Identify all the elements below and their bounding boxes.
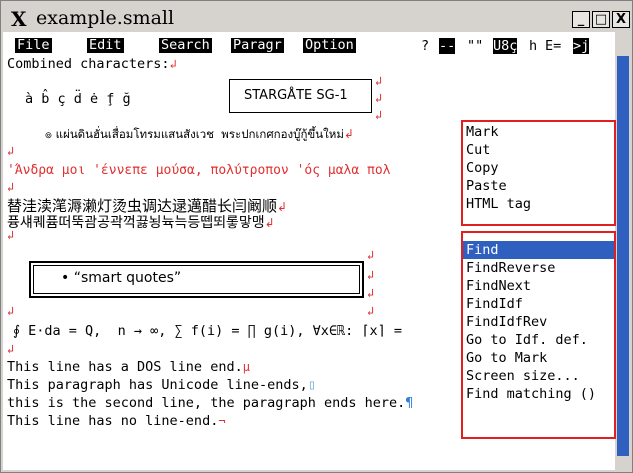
- menu-search[interactable]: Search: [159, 38, 212, 53]
- menu-item-find-matching[interactable]: Find matching (): [466, 385, 614, 403]
- line-end-mark: ↲: [375, 108, 383, 122]
- vertical-scrollbar[interactable]: [615, 32, 631, 470]
- text-line-greek: 'Άνδρα μοι 'έννεπε μούσα, πολύτροπον 'ός…: [7, 163, 391, 178]
- window-title: example.small: [36, 7, 175, 29]
- status-quotes: "": [467, 38, 484, 54]
- menu-item-cut[interactable]: Cut: [466, 141, 614, 159]
- menu-item-html-tag[interactable]: HTML tag: [466, 195, 614, 213]
- line-end-mark: ↲: [367, 268, 375, 282]
- maximize-button[interactable]: □: [592, 11, 610, 28]
- line-end-mark: ↲: [7, 144, 15, 158]
- menu-item-paste[interactable]: Paste: [466, 177, 614, 195]
- line-end-mark: ↲: [7, 342, 15, 356]
- text-line-korean: 퓽섀퀘퓸떠뚝괌공곽꺽끓뇡뉵늑등뗍뙤롷맣맹↲: [7, 215, 275, 231]
- status-encoding: U8ç: [493, 38, 518, 54]
- status-e: E=: [545, 38, 562, 54]
- scrollbar-thumb[interactable]: [617, 56, 629, 456]
- menu-item-go-to-idf-def[interactable]: Go to Idf. def.: [466, 331, 614, 349]
- text-line-thai: ๏ แผ่นดินฮั่นเสื่อมโทรมแสนสังเวช พระปกเก…: [45, 127, 354, 141]
- help-indicator[interactable]: ?: [421, 38, 429, 54]
- text-line-second: this is the second line, the paragraph e…: [7, 395, 414, 411]
- menu-file[interactable]: File: [15, 38, 52, 53]
- text-line-combined: Combined characters:↲: [7, 56, 177, 72]
- line-end-mark: ↲: [367, 304, 375, 318]
- line-end-mark: ↲: [7, 304, 15, 318]
- menu-item-find[interactable]: Find: [463, 241, 614, 259]
- app-window: X example.small _ □ X File Edit Search P…: [0, 0, 633, 473]
- status-h: h: [529, 38, 538, 54]
- status-cursor-end: >j: [573, 38, 590, 54]
- line-end-mark: ↲: [375, 74, 383, 88]
- status-dash: --: [439, 38, 456, 54]
- menu-item-findnext[interactable]: FindNext: [466, 277, 614, 295]
- stargate-text: STARGÅTE SG-1: [244, 88, 348, 103]
- smart-quotes-text: • “smart quotes”: [61, 270, 182, 286]
- line-end-mark: ↲: [7, 180, 15, 194]
- menu-edit[interactable]: Edit: [87, 38, 124, 53]
- menu-item-copy[interactable]: Copy: [466, 159, 614, 177]
- menu-item-go-to-mark[interactable]: Go to Mark: [466, 349, 614, 367]
- menu-paragraph[interactable]: Paragr: [231, 38, 284, 53]
- menu-item-findidf[interactable]: FindIdf: [466, 295, 614, 313]
- text-line-diacritics: à b̂ ç d̈ ė f̧ ğ: [25, 91, 131, 107]
- menu-option[interactable]: Option: [303, 38, 356, 53]
- menu-item-findidfrev[interactable]: FindIdfRev: [466, 313, 614, 331]
- close-button[interactable]: X: [612, 11, 630, 28]
- x-logo-icon: X: [11, 7, 27, 31]
- line-end-mark: ↲: [367, 248, 375, 262]
- title-bar[interactable]: X example.small _ □ X: [3, 4, 630, 31]
- menu-item-mark[interactable]: Mark: [466, 123, 614, 141]
- text-line-dos: This line has a DOS line end.µ: [7, 359, 250, 375]
- edit-popup-menu: Mark Cut Copy Paste HTML tag: [461, 120, 616, 226]
- line-end-mark: ↲: [367, 286, 375, 300]
- text-line-no-end: This line has no line-end.¬: [7, 413, 226, 429]
- text-line-math: ∮ E⋅da = Q, n → ∞, ∑ f(i) = ∏ g(i), ∀x∈ℝ…: [13, 323, 411, 339]
- menu-item-screen-size[interactable]: Screen size...: [466, 367, 614, 385]
- stargate-box: STARGÅTE SG-1: [229, 79, 372, 113]
- line-end-mark: ↲: [375, 91, 383, 105]
- minimize-button[interactable]: _: [572, 11, 590, 28]
- line-end-mark: ↲: [7, 228, 15, 242]
- menu-item-findreverse[interactable]: FindReverse: [466, 259, 614, 277]
- smart-quotes-box: • “smart quotes”: [29, 261, 364, 298]
- text-line-unicode: This paragraph has Unicode line-ends,▯: [7, 377, 316, 393]
- search-popup-menu: Find FindReverse FindNext FindIdf FindIdfRev…: [461, 231, 616, 439]
